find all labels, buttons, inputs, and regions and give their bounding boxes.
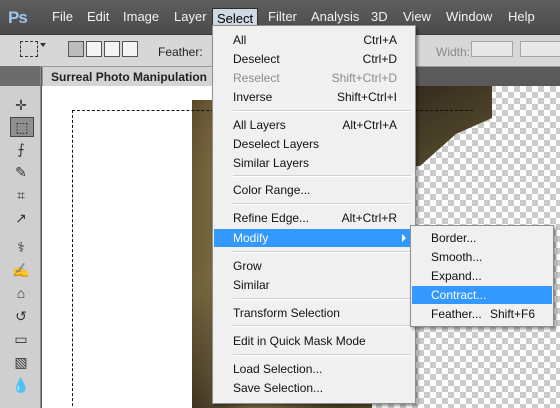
move-icon[interactable]: ✛ (10, 96, 32, 114)
photoshop-logo-icon: Ps (8, 8, 28, 27)
quick-selection-icon[interactable]: ✎ (10, 163, 32, 181)
subtract-from-selection-icon[interactable] (104, 41, 120, 57)
width-field[interactable] (471, 41, 513, 57)
menu-item-refine-edge[interactable]: Refine Edge... Alt+Ctrl+R (214, 209, 414, 227)
menu-separator (233, 251, 411, 253)
menu-3d[interactable]: 3D (371, 9, 388, 24)
menu-separator (233, 298, 411, 300)
menu-item-deselect[interactable]: Deselect Ctrl+D (214, 50, 414, 68)
menu-item-save-selection[interactable]: Save Selection... (214, 379, 414, 397)
lasso-icon[interactable]: ⨍ (10, 140, 32, 158)
chevron-down-icon[interactable] (40, 43, 46, 47)
eraser-icon[interactable]: ▭ (10, 330, 32, 348)
clone-stamp-icon[interactable]: ⌂ (10, 284, 32, 302)
menu-filter[interactable]: Filter (268, 9, 297, 24)
menu-item-deselect-layers[interactable]: Deselect Layers (214, 135, 414, 153)
menu-separator (233, 110, 411, 112)
document-tab[interactable]: Surreal Photo Manipulation @ (42, 66, 222, 104)
marquee-tool-preset-icon[interactable] (20, 41, 38, 57)
add-to-selection-icon[interactable] (86, 41, 102, 57)
submenu-arrow-icon (402, 234, 406, 242)
menu-item-modify[interactable]: Modify (214, 229, 414, 247)
modify-submenu: Border... Smooth... Expand... Contract..… (410, 225, 554, 327)
menu-item-grow[interactable]: Grow (214, 257, 414, 275)
select-menu: All Ctrl+A Deselect Ctrl+D Reselect Shift+C… (212, 25, 416, 404)
menu-item-color-range[interactable]: Color Range... (214, 181, 414, 199)
height-field[interactable] (520, 41, 560, 57)
intersect-selection-icon[interactable] (122, 41, 138, 57)
menu-item-all[interactable]: All Ctrl+A (214, 31, 414, 49)
submenu-item-feather[interactable]: Feather... Shift+F6 (412, 305, 552, 323)
menu-file[interactable]: File (52, 9, 73, 24)
tools-panel: ✛ ⬚ ⨍ ✎ ⌗ ↗ ⚕ ✍ ⌂ ↺ ▭ ▧ 💧 (0, 66, 41, 408)
menu-item-similar-layers[interactable]: Similar Layers (214, 154, 414, 172)
menu-item-similar[interactable]: Similar (214, 276, 414, 294)
menu-item-quick-mask[interactable]: Edit in Quick Mask Mode (214, 332, 414, 350)
menu-item-reselect: Reselect Shift+Ctrl+D (233, 71, 397, 85)
menu-item-transform-selection[interactable]: Transform Selection (214, 304, 414, 322)
menu-analysis[interactable]: Analysis (311, 9, 359, 24)
tools-panel-header[interactable] (0, 66, 40, 86)
menu-help[interactable]: Help (508, 9, 535, 24)
menu-separator (233, 175, 411, 177)
submenu-item-border[interactable]: Border... (412, 229, 552, 247)
width-label: Width: (436, 45, 471, 59)
menu-separator (233, 203, 411, 205)
feather-label: Feather: (158, 45, 203, 59)
submenu-item-smooth[interactable]: Smooth... (412, 248, 552, 266)
eyedropper-icon[interactable]: ↗ (10, 209, 32, 227)
brush-icon[interactable]: ✍ (10, 261, 32, 279)
submenu-item-expand[interactable]: Expand... (412, 267, 552, 285)
menu-item-load-selection[interactable]: Load Selection... (214, 360, 414, 378)
history-brush-icon[interactable]: ↺ (10, 307, 32, 325)
new-selection-icon[interactable] (68, 41, 84, 57)
spot-healing-icon[interactable]: ⚕ (10, 238, 32, 256)
blur-icon[interactable]: 💧 (10, 376, 32, 394)
crop-icon[interactable]: ⌗ (10, 186, 32, 204)
menu-image[interactable]: Image (123, 9, 159, 24)
menu-view[interactable]: View (403, 9, 431, 24)
menu-separator (233, 325, 411, 327)
menu-item-all-layers[interactable]: All Layers Alt+Ctrl+A (214, 116, 414, 134)
menu-separator (233, 354, 411, 356)
menu-edit[interactable]: Edit (87, 9, 109, 24)
submenu-item-contract[interactable]: Contract... (412, 286, 552, 304)
menu-layer[interactable]: Layer (174, 9, 207, 24)
menu-item-inverse[interactable]: Inverse Shift+Ctrl+I (214, 88, 414, 106)
gradient-icon[interactable]: ▧ (10, 353, 32, 371)
menu-window[interactable]: Window (446, 9, 492, 24)
rectangular-marquee-icon[interactable]: ⬚ (10, 117, 34, 137)
